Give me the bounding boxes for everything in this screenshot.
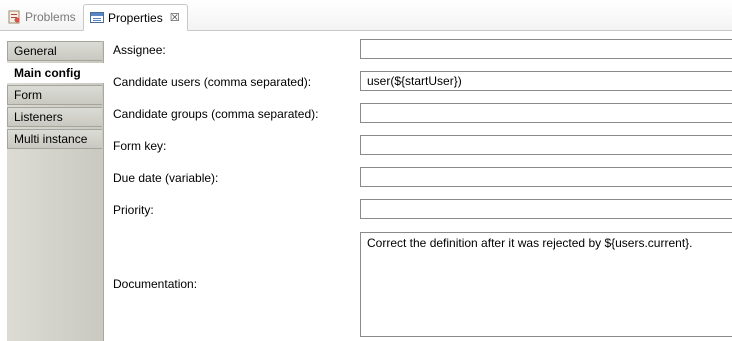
tab-problems-label: Problems — [25, 10, 76, 24]
sidebar-item-listeners[interactable]: Listeners — [7, 107, 102, 127]
form-key-field[interactable] — [360, 135, 732, 155]
candidate-groups-field[interactable] — [360, 103, 732, 123]
candidate-users-field[interactable]: user(${startUser}) — [360, 71, 732, 91]
assignee-field[interactable] — [360, 39, 732, 59]
sidebar-item-multi-instance[interactable]: Multi instance — [7, 129, 102, 149]
properties-icon — [90, 12, 104, 23]
tab-properties[interactable]: Properties ☒ — [83, 4, 188, 31]
due-date-field[interactable] — [360, 167, 732, 187]
documentation-label: Documentation: — [113, 277, 198, 291]
due-date-label: Due date (variable): — [113, 171, 219, 185]
tab-problems[interactable]: Problems — [2, 4, 83, 30]
priority-field[interactable] — [360, 199, 732, 219]
problems-icon — [8, 10, 21, 24]
candidate-users-label: Candidate users (comma separated): — [113, 75, 312, 89]
view-tab-strip: Problems Properties ☒ — [0, 0, 732, 31]
tab-properties-label: Properties — [108, 10, 163, 25]
candidate-groups-label: Candidate groups (comma separated): — [113, 107, 319, 121]
assignee-label: Assignee: — [113, 43, 166, 57]
sidebar-item-general[interactable]: General — [7, 41, 102, 61]
sidebar-item-main-config[interactable]: Main config — [7, 63, 104, 83]
close-icon[interactable]: ☒ — [170, 11, 180, 24]
documentation-textarea[interactable]: Correct the definition after it was reje… — [360, 232, 732, 337]
sidebar-item-form[interactable]: Form — [7, 85, 102, 105]
section-tabs-panel: General Main config Form Listeners Multi… — [0, 31, 104, 341]
priority-label: Priority: — [113, 203, 154, 217]
form-key-label: Form key: — [113, 139, 167, 153]
